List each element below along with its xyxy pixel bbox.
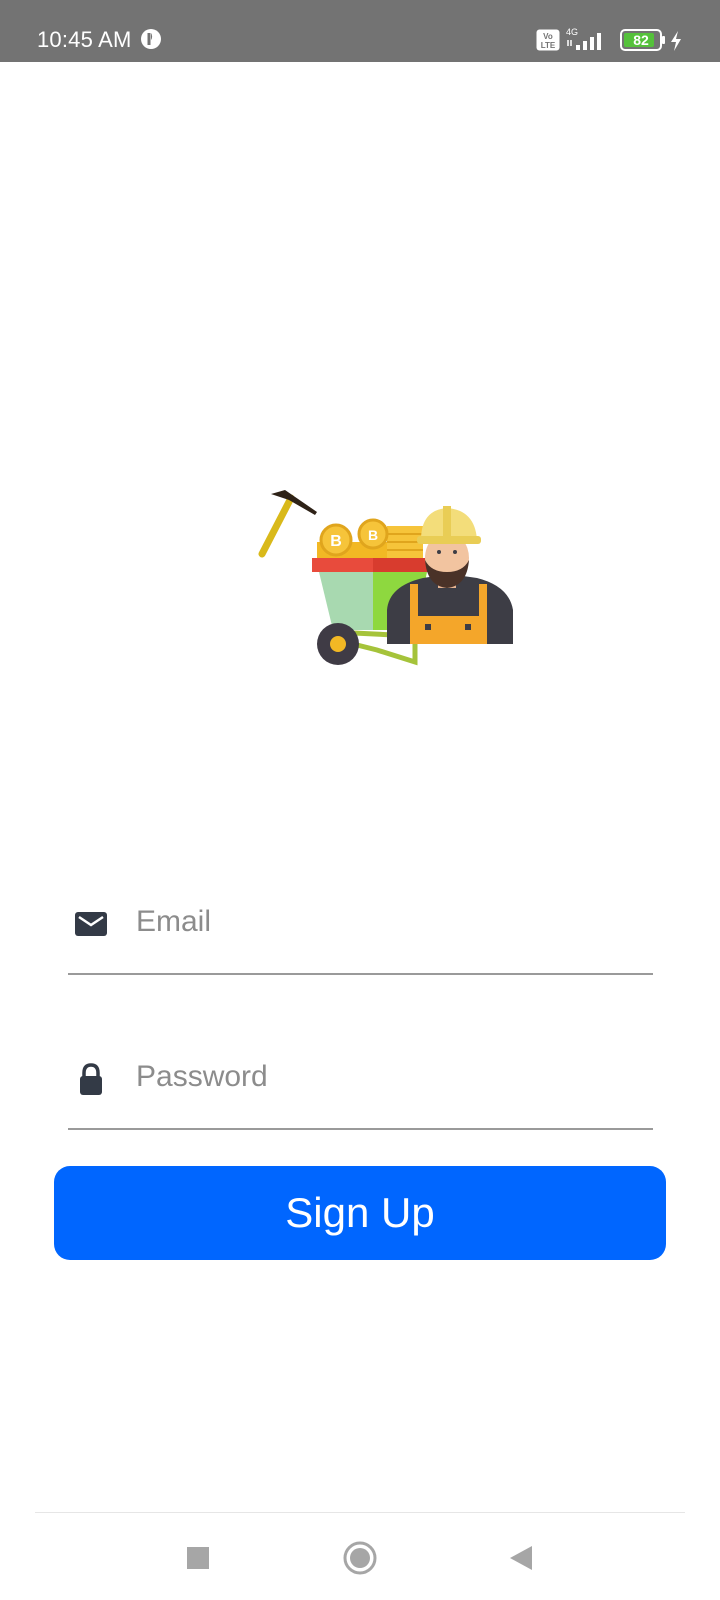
email-input[interactable] bbox=[136, 897, 636, 947]
pickaxe-icon bbox=[258, 490, 317, 558]
email-underline bbox=[68, 973, 653, 975]
app-notification-icon bbox=[141, 29, 161, 49]
password-underline bbox=[68, 1128, 653, 1130]
status-time: 10:45 AM bbox=[37, 27, 132, 52]
network-type-label: 4G bbox=[566, 27, 578, 37]
volte-icon: Vo LTE bbox=[536, 29, 560, 51]
password-input[interactable] bbox=[136, 1052, 636, 1102]
signal-icon: 4G bbox=[566, 27, 601, 50]
svg-text:LTE: LTE bbox=[541, 41, 556, 50]
charging-icon bbox=[671, 31, 681, 51]
lock-icon bbox=[80, 1063, 102, 1095]
signup-screen: 10:45 AM Vo LTE 4G 82 B B Email Sign Up bbox=[0, 0, 720, 1600]
svg-text:B: B bbox=[330, 533, 342, 550]
password-field bbox=[68, 1030, 653, 1130]
email-field bbox=[68, 875, 653, 975]
sign-up-button[interactable]: Sign Up bbox=[54, 1166, 666, 1260]
svg-text:Vo: Vo bbox=[543, 32, 553, 41]
square-icon[interactable] bbox=[176, 1536, 220, 1580]
crypto-miner-illustration: B B bbox=[258, 490, 513, 666]
triangle-back-icon[interactable] bbox=[500, 1536, 544, 1580]
svg-text:B: B bbox=[368, 527, 378, 543]
nav-divider bbox=[35, 1512, 685, 1513]
bitcoin-coins-icon: B B bbox=[317, 518, 423, 558]
mail-icon bbox=[75, 912, 107, 936]
battery-level: 82 bbox=[633, 32, 649, 48]
status-bar: 10:45 AM Vo LTE 4G 82 bbox=[0, 0, 720, 62]
circle-icon[interactable] bbox=[338, 1536, 382, 1580]
